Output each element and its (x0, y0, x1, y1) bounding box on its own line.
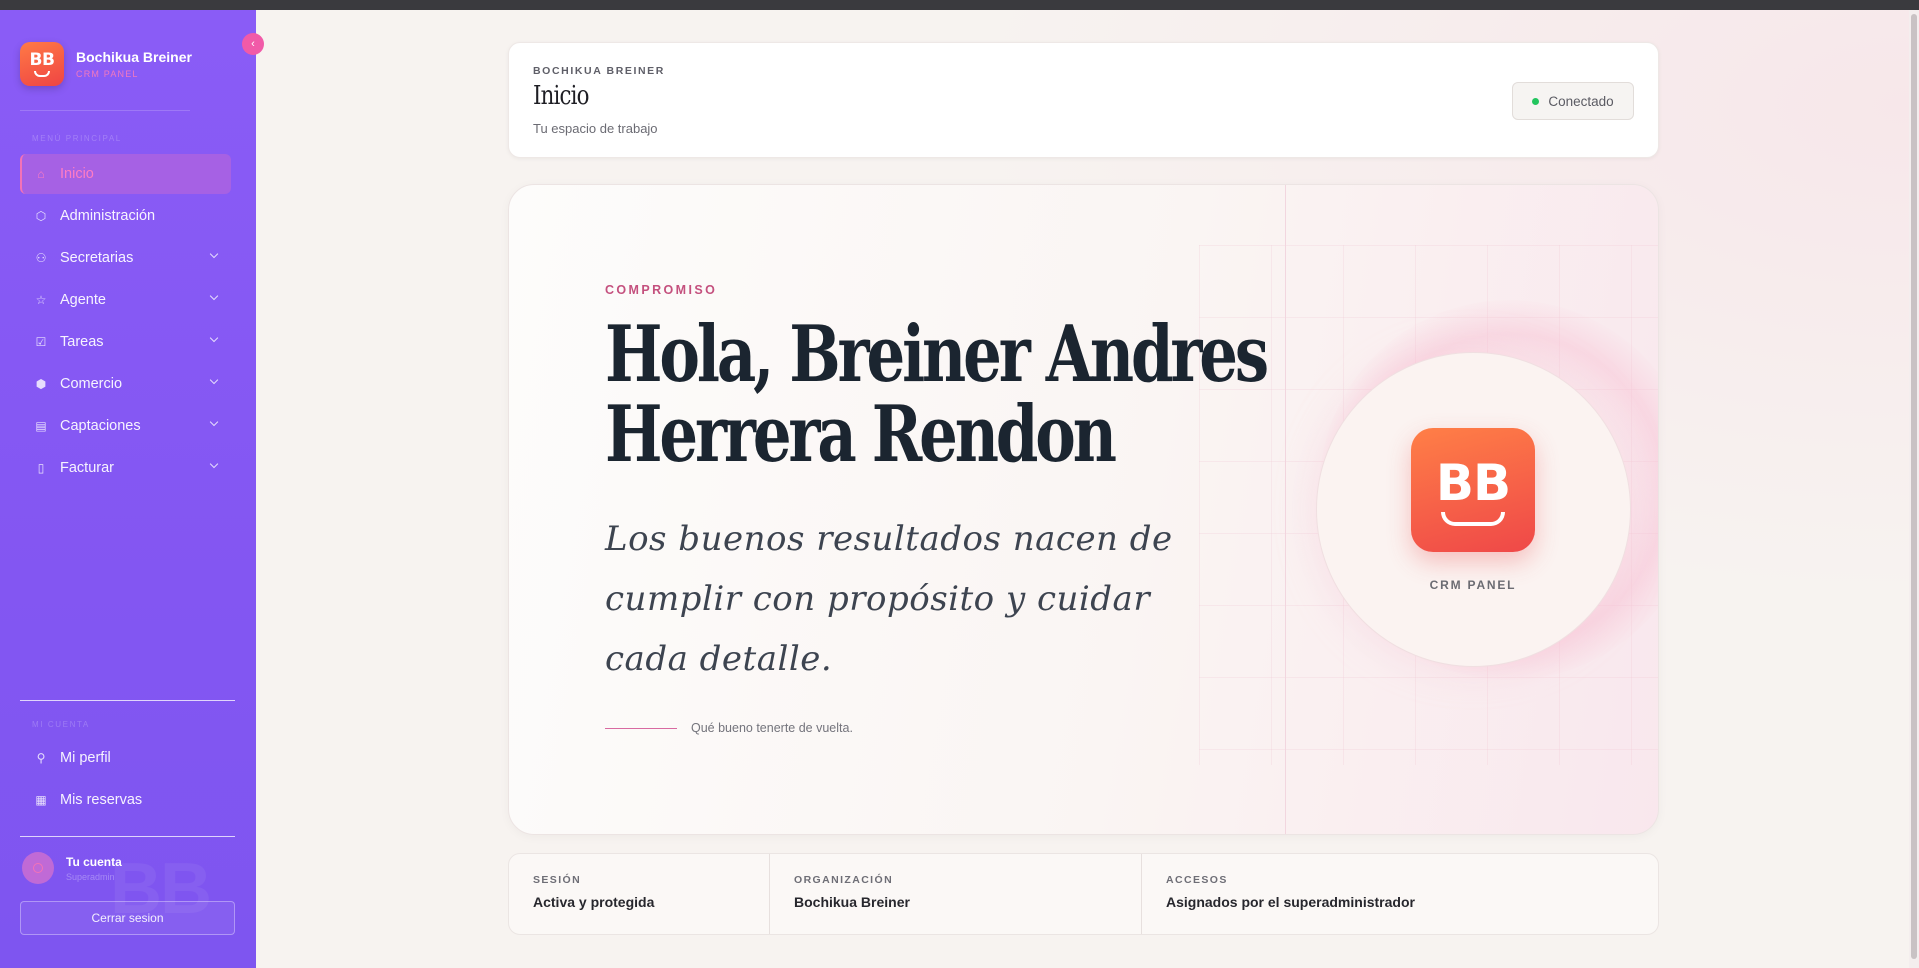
window-top-bar (0, 0, 1919, 10)
sidebar-item-secretarias[interactable]: ⚇ Secretarias (20, 238, 231, 278)
status-badge: Conectado (1512, 82, 1634, 120)
hero-greeting-line: Herrera Rendon (605, 389, 1117, 480)
logo-caption: CRM PANEL (1429, 578, 1517, 592)
logout-button[interactable]: Cerrar sesion (20, 901, 235, 935)
hero-eyebrow: COMPROMISO (605, 283, 718, 297)
welcome-hero: COMPROMISO Hola, Breiner Andres Herrera … (508, 184, 1659, 835)
stat-label: ORGANIZACIÓN (794, 874, 894, 886)
chevron-left-icon[interactable]: ‹ (242, 33, 264, 55)
account-nav: ⚲ Mi perfil ▦ Mis reservas (20, 738, 231, 822)
sidebar-item-mis-reservas[interactable]: ▦ Mis reservas (20, 780, 231, 820)
signature-line (605, 727, 677, 729)
brand[interactable]: BB Bochikua Breiner CRM PANEL (20, 42, 192, 86)
sidebar-divider (20, 836, 235, 837)
hero-quote-line: cada detalle. (605, 639, 833, 679)
sidebar-item-facturar[interactable]: ▯ Facturar (20, 448, 231, 488)
stat-organization: ORGANIZACIÓN Bochikua Breiner (770, 854, 1142, 934)
section-label-account: MI CUENTA (32, 720, 90, 729)
brand-logo: BB (20, 42, 64, 86)
account-summary[interactable]: Tu cuenta Superadmin (22, 852, 122, 884)
calendar-icon: ▦ (35, 793, 47, 807)
hero-quote: Los buenos resultados nacen de cumplir c… (605, 509, 1173, 689)
brand-divider (20, 110, 190, 111)
status-label: Conectado (1548, 93, 1614, 109)
stat-session: SESIÓN Activa y protegida (509, 854, 770, 934)
home-icon: ⌂ (37, 167, 45, 181)
file-icon: ▯ (37, 461, 45, 475)
sidebar-item-label: Mis reservas (60, 792, 143, 808)
smile-icon (34, 70, 50, 77)
page-subtitle: Tu espacio de trabajo (533, 121, 658, 136)
sidebar-item-comercio[interactable]: ⬢ Comercio (20, 364, 231, 404)
avatar (22, 852, 54, 884)
stat-value: Bochikua Breiner (794, 894, 910, 910)
sidebar-item-label: Inicio (60, 166, 94, 182)
sidebar-item-agente[interactable]: ☆ Agente (20, 280, 231, 320)
sidebar: BB Bochikua Breiner CRM PANEL MENÚ PRINC… (0, 10, 256, 968)
account-name: Tu cuenta (66, 854, 122, 869)
hero-greeting: Hola, Breiner Andres Herrera Rendon (605, 309, 1269, 480)
hero-signature: Qué bueno tenerte de vuelta. (605, 721, 853, 735)
sidebar-item-label: Facturar (60, 460, 114, 476)
page-header: BOCHIKUA BREINER Inicio Tu espacio de tr… (508, 42, 1659, 158)
hero-divider (1285, 185, 1286, 834)
sidebar-item-inicio[interactable]: ⌂ Inicio (20, 154, 231, 194)
chevron-down-icon (209, 291, 219, 301)
chevron-down-icon (209, 333, 219, 343)
stat-label: ACCESOS (1166, 874, 1228, 886)
main-nav: ⌂ Inicio ⬡ Administración ⚇ Secretarias … (20, 154, 231, 490)
users-icon: ⚇ (35, 251, 47, 265)
status-dot-icon (1532, 97, 1540, 105)
clipboard-icon: ▤ (35, 419, 47, 433)
chevron-down-icon (209, 417, 219, 427)
brand-name: Bochikua Breiner (76, 49, 192, 65)
section-label-main: MENÚ PRINCIPAL (32, 134, 122, 143)
account-role: Superadmin (66, 871, 115, 882)
sidebar-item-label: Captaciones (60, 418, 141, 434)
sidebar-item-tareas[interactable]: ☑ Tareas (20, 322, 231, 362)
sidebar-item-label: Mi perfil (60, 750, 111, 766)
hero-greeting-line: Hola, Breiner Andres (605, 309, 1269, 400)
hero-quote-line: Los buenos resultados nacen de (605, 519, 1173, 559)
chevron-down-icon (209, 459, 219, 469)
sidebar-item-label: Secretarias (60, 250, 134, 266)
page-title: Inicio (533, 81, 589, 111)
chevron-down-icon (209, 375, 219, 385)
session-info: SESIÓN Activa y protegida ORGANIZACIÓN B… (508, 853, 1659, 935)
sidebar-item-captaciones[interactable]: ▤ Captaciones (20, 406, 231, 446)
header-eyebrow: BOCHIKUA BREINER (533, 65, 665, 77)
sidebar-item-label: Agente (60, 292, 106, 308)
stat-value: Asignados por el superadministrador (1166, 894, 1415, 910)
brand-logo-letters: BB (29, 49, 55, 70)
star-icon: ☆ (35, 293, 47, 307)
sidebar-item-label: Tareas (60, 334, 104, 350)
stat-value: Activa y protegida (533, 894, 655, 910)
sidebar-divider (20, 700, 235, 701)
brand-logo-letters: BB (1435, 454, 1511, 512)
chevron-down-icon (209, 249, 219, 259)
scrollbar-thumb[interactable] (1911, 14, 1917, 959)
user-icon (33, 863, 43, 873)
sidebar-item-administracion[interactable]: ⬡ Administración (20, 196, 231, 236)
clipboard-check-icon: ☑ (35, 335, 47, 349)
sidebar-item-label: Administración (60, 208, 156, 224)
cube-icon: ⬡ (35, 209, 47, 223)
brand-logo-large: BB (1411, 428, 1535, 552)
stat-access: ACCESOS Asignados por el superadministra… (1142, 854, 1658, 934)
stat-label: SESIÓN (533, 874, 582, 886)
user-icon: ⚲ (36, 751, 46, 765)
hero-quote-line: cumplir con propósito y cuidar (605, 579, 1151, 619)
sidebar-item-label: Comercio (60, 376, 123, 392)
page-scrollbar[interactable] (1909, 10, 1919, 968)
sidebar-item-mi-perfil[interactable]: ⚲ Mi perfil (20, 738, 231, 778)
smile-icon (1441, 512, 1505, 526)
box-icon: ⬢ (35, 377, 47, 391)
brand-subtitle: CRM PANEL (76, 69, 139, 79)
signature-text: Qué bueno tenerte de vuelta. (691, 721, 853, 735)
